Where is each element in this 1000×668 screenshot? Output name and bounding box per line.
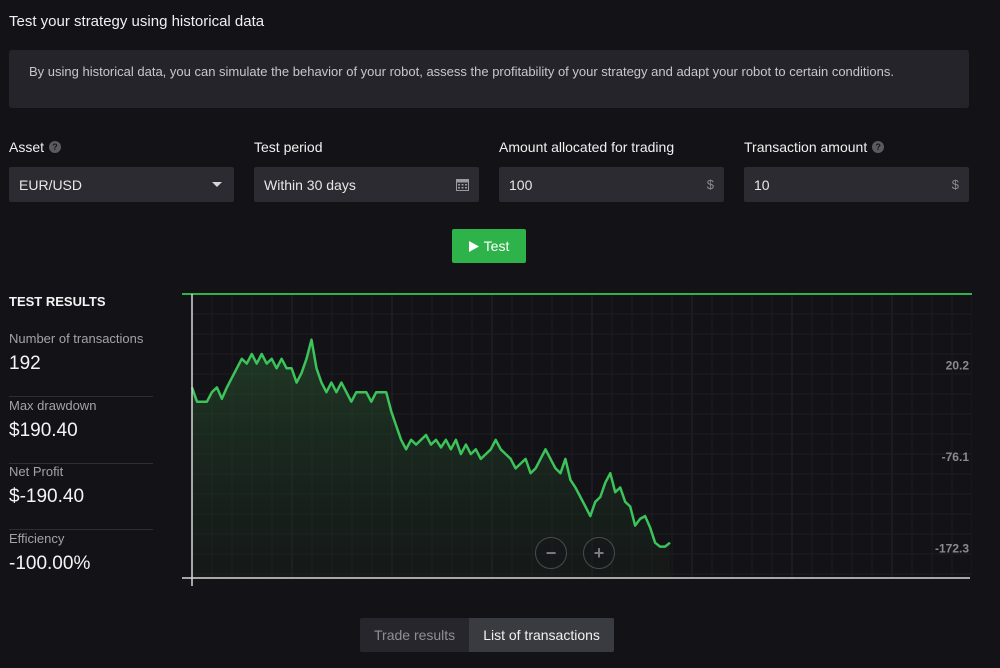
zoom-in-button[interactable]: + [583,537,615,569]
allocated-value: 100 [509,176,533,193]
chevron-down-icon [212,182,222,187]
test-button-label: Test [483,238,510,254]
stat-max-drawdown: Max drawdown $190.40 [9,398,153,464]
stat-efficiency: Efficiency -100.00% [9,531,91,574]
transaction-value: 10 [754,176,770,193]
info-box: By using historical data, you can simula… [9,50,969,108]
transaction-label: Transaction amount ? [744,138,969,156]
zoom-out-button[interactable]: − [535,537,567,569]
plus-icon: + [593,542,605,563]
equity-chart[interactable]: 20.2 -76.1 -172.3 − + [182,288,973,588]
y-tick-label: 20.2 [946,358,970,372]
allocated-field: Amount allocated for trading 100 $ [499,138,724,202]
period-value: Within 30 days [264,176,356,193]
chart-svg: 20.2 -76.1 -172.3 [182,293,973,586]
tab-trade-results[interactable]: Trade results [360,618,469,652]
period-field: Test period Within 30 days [254,138,479,202]
currency-suffix: $ [951,177,959,192]
period-picker[interactable]: Within 30 days [254,167,479,202]
y-tick-label: -76.1 [942,450,970,464]
allocated-input[interactable]: 100 $ [499,167,724,202]
results-tabs: Trade results List of transactions [360,618,614,652]
minus-icon: − [545,542,557,563]
page-title: Test your strategy using historical data [9,13,265,30]
asset-field: Asset ? EUR/USD [9,138,234,202]
results-title: TEST RESULTS [9,294,106,309]
asset-value: EUR/USD [19,176,83,193]
tab-list-of-transactions[interactable]: List of transactions [469,618,614,652]
help-icon[interactable]: ? [49,141,62,153]
calendar-icon[interactable] [456,178,469,191]
info-text: By using historical data, you can simula… [29,64,894,79]
currency-suffix: $ [706,177,714,192]
stat-net-profit: Net Profit $-190.40 [9,464,153,530]
transaction-input[interactable]: 10 $ [744,167,969,202]
y-tick-label: -172.3 [935,542,969,556]
test-button[interactable]: Test [452,229,526,263]
period-label: Test period [254,139,323,155]
play-icon [468,240,479,252]
asset-select[interactable]: EUR/USD [9,167,234,202]
transaction-field: Transaction amount ? 10 $ [744,138,969,202]
asset-label: Asset ? [9,138,234,156]
help-icon[interactable]: ? [872,141,885,153]
stat-transactions: Number of transactions 192 [9,331,153,397]
allocated-label: Amount allocated for trading [499,139,675,155]
